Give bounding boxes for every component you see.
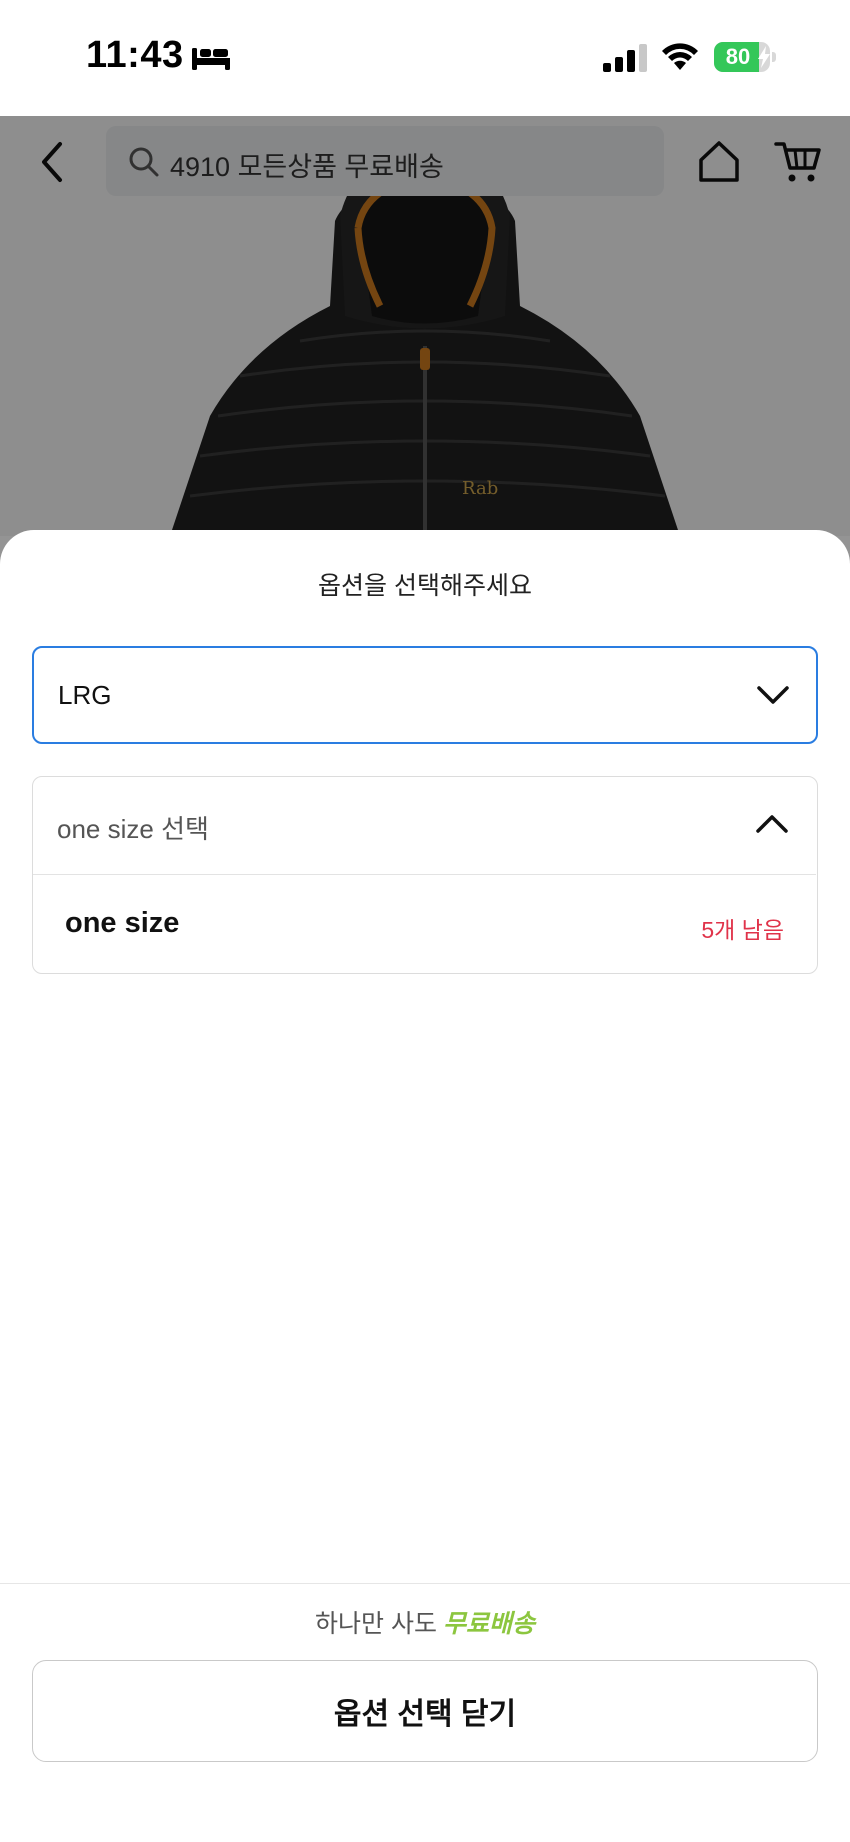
signal-icon bbox=[603, 44, 647, 72]
promo-highlight: 무료배송 bbox=[442, 1610, 535, 1638]
charging-bolt-icon bbox=[758, 46, 770, 68]
option-stock: 5개 남음 bbox=[701, 917, 784, 943]
second-option-header[interactable]: one size 선택 bbox=[33, 777, 816, 875]
option-name: one size bbox=[65, 907, 180, 939]
sheet-title: 옵션을 선택해주세요 bbox=[318, 572, 532, 600]
close-options-button[interactable]: 옵션 선택 닫기 bbox=[32, 1660, 818, 1762]
battery-percent: 80 bbox=[725, 44, 751, 69]
second-option-placeholder: one size 선택 bbox=[57, 814, 209, 844]
first-option-select[interactable]: LRG bbox=[32, 646, 818, 744]
second-option-select: one size 선택 one size 5개 남음 bbox=[32, 776, 818, 974]
status-bar: 11:43 80 bbox=[0, 0, 850, 116]
free-shipping-banner: 하나만 사도 무료배송 bbox=[0, 1604, 850, 1640]
battery-cap bbox=[772, 52, 776, 62]
status-time: 11:43 bbox=[86, 34, 184, 76]
sheet-footer: 하나만 사도 무료배송 옵션 선택 닫기 bbox=[0, 1583, 850, 1842]
option-item-one-size[interactable]: one size 5개 남음 bbox=[33, 877, 816, 973]
chevron-down-icon bbox=[757, 686, 789, 704]
wifi-icon bbox=[662, 43, 698, 70]
option-sheet: 옵션을 선택해주세요 LRG one size 선택 one size 5개 남… bbox=[0, 530, 850, 1842]
chevron-up-icon bbox=[756, 815, 788, 833]
promo-prefix: 하나만 사도 bbox=[315, 1610, 437, 1638]
battery-icon: 80 bbox=[714, 42, 776, 72]
first-option-value: LRG bbox=[58, 680, 112, 710]
bed-icon bbox=[192, 48, 230, 70]
